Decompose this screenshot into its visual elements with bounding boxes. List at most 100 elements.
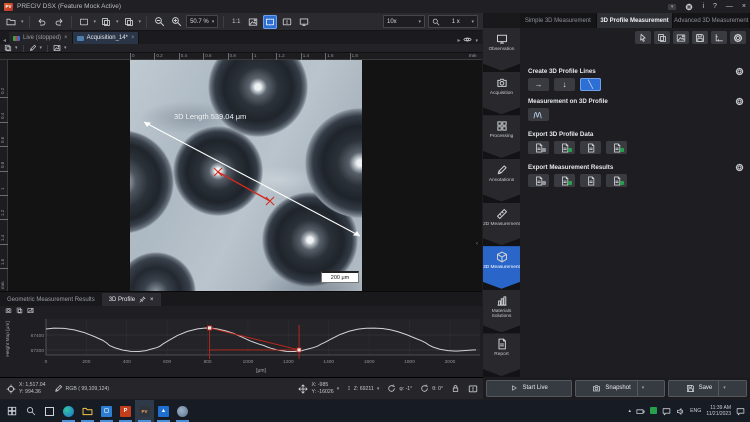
sidebar-item-3d-measurement[interactable]: 3D Measurement bbox=[483, 246, 520, 289]
settings-gear-icon[interactable] bbox=[685, 3, 693, 11]
tray-chevron-up-icon[interactable]: ▴ bbox=[628, 408, 631, 414]
save-dropdown[interactable]: ▾ bbox=[718, 381, 730, 396]
lock-icon[interactable] bbox=[451, 384, 460, 393]
select-tool-dropdown[interactable]: ▾ bbox=[94, 19, 97, 25]
export-text-button[interactable] bbox=[580, 174, 601, 187]
measure-marker-end[interactable] bbox=[297, 348, 301, 352]
info-icon[interactable]: i bbox=[702, 3, 704, 10]
open-file-dropdown[interactable]: ▾ bbox=[21, 19, 24, 25]
tray-chat-icon[interactable] bbox=[662, 407, 671, 416]
tab-acquisition[interactable]: Acquisition_14*× bbox=[73, 32, 140, 44]
open-file-button[interactable] bbox=[4, 15, 18, 29]
taskbar-edge[interactable] bbox=[59, 400, 78, 422]
export-xml-button[interactable] bbox=[606, 141, 627, 154]
titlebar-chevron-down-icon[interactable]: ▾ bbox=[668, 4, 677, 10]
copy-dropdown[interactable]: ▾ bbox=[116, 19, 119, 25]
tray-battery-icon[interactable] bbox=[636, 407, 645, 416]
sidebar-item-materials-solutions[interactable]: Materials Solutions bbox=[483, 290, 520, 333]
tray-defender-icon[interactable] bbox=[650, 407, 657, 416]
snapshot-button[interactable]: Snapshot▾ bbox=[575, 380, 665, 397]
create-settings-gear-icon[interactable] bbox=[735, 67, 744, 76]
tool-copy-button[interactable] bbox=[654, 31, 670, 44]
tab-geometric-results[interactable]: Geometric Measurement Results bbox=[0, 293, 102, 306]
taskbar-powerpoint[interactable]: P bbox=[116, 400, 135, 422]
profile-measure-tool[interactable] bbox=[528, 108, 549, 121]
tab-3d-profile[interactable]: 3D Profile × bbox=[102, 293, 161, 306]
taskbar-file-explorer[interactable] bbox=[78, 400, 97, 422]
taskbar-photos[interactable]: ▲ bbox=[154, 400, 173, 422]
tab-simple-3d-measurement[interactable]: Simple 3D Measurement bbox=[520, 13, 597, 28]
annotation-dropdown[interactable]: ▾ bbox=[40, 45, 43, 51]
horizontal-line-tool[interactable]: → bbox=[528, 78, 549, 91]
objective-combo[interactable]: 10x▾ bbox=[383, 15, 425, 28]
language-indicator[interactable]: ENG bbox=[690, 408, 701, 414]
paste-dropdown[interactable]: ▾ bbox=[139, 19, 142, 25]
taskbar-clock[interactable]: 11:39 AM11/21/2023 bbox=[706, 405, 731, 417]
select-tool-button[interactable] bbox=[77, 15, 91, 29]
export-excel-button[interactable] bbox=[554, 141, 575, 154]
tab-live-close-icon[interactable]: × bbox=[64, 35, 68, 41]
taskbar-mail[interactable]: ▢ bbox=[97, 400, 116, 422]
tab-acquisition-close-icon[interactable]: × bbox=[131, 35, 135, 41]
actual-size-button[interactable]: 1:1 bbox=[229, 15, 243, 29]
layers-dropdown[interactable]: ▾ bbox=[15, 45, 18, 51]
bottom-panel-close-icon[interactable]: × bbox=[150, 297, 154, 303]
zoom-in-button[interactable] bbox=[169, 15, 183, 29]
export-excel-button[interactable] bbox=[554, 174, 575, 187]
measure-marker-start[interactable] bbox=[208, 326, 212, 330]
panel-expander-icon[interactable]: ‹ bbox=[476, 241, 478, 247]
tool-save-button[interactable] bbox=[692, 31, 708, 44]
undo-button[interactable] bbox=[35, 15, 49, 29]
digital-zoom-combo[interactable]: 1 x▾ bbox=[428, 15, 478, 28]
fit-screen-button[interactable] bbox=[263, 15, 277, 29]
taskbar-paint3d[interactable] bbox=[173, 400, 192, 422]
tool-image-button[interactable] bbox=[673, 31, 689, 44]
display-mode-button[interactable]: . bbox=[297, 15, 311, 29]
chart-export-icon[interactable] bbox=[27, 307, 34, 314]
z-dropdown[interactable]: ▾ bbox=[377, 386, 380, 392]
export-xml-button[interactable] bbox=[606, 174, 627, 187]
image-viewer-canvas[interactable]: 00.20.40.60.811.21.41.61.8mm 0.20.40.60.… bbox=[0, 53, 482, 291]
tool-pointer-button[interactable] bbox=[635, 31, 651, 44]
free-line-tool[interactable]: ╲ bbox=[580, 78, 601, 91]
overlay-dropdown[interactable]: ▾ bbox=[64, 45, 67, 51]
pin-icon[interactable] bbox=[139, 296, 146, 303]
snapshot-dropdown[interactable]: ▾ bbox=[637, 381, 649, 396]
sidebar-item-acquisition[interactable]: Acquisition bbox=[483, 72, 520, 115]
export-text-button[interactable] bbox=[580, 141, 601, 154]
redo-button[interactable] bbox=[52, 15, 66, 29]
chart-snapshot-icon[interactable] bbox=[5, 307, 12, 314]
start-live-button[interactable]: Start Live bbox=[486, 380, 572, 397]
tool-corner-button[interactable] bbox=[711, 31, 727, 44]
zoom-percent-combo[interactable]: 50.7 %▾ bbox=[186, 15, 218, 28]
tab-advanced-3d-measurement[interactable]: Advanced 3D Measurement bbox=[673, 13, 750, 28]
minimize-button[interactable]: — bbox=[726, 3, 733, 10]
stage-dropdown[interactable]: ▾ bbox=[337, 386, 340, 392]
export-csv-button[interactable] bbox=[528, 141, 549, 154]
sidebar-item-report[interactable]: Report bbox=[483, 333, 520, 376]
taskbar-task-view[interactable] bbox=[40, 400, 59, 422]
fit-image-button[interactable] bbox=[246, 15, 260, 29]
chart-copy-icon[interactable] bbox=[16, 307, 23, 314]
taskbar-start[interactable] bbox=[2, 400, 21, 422]
dual-view-button[interactable] bbox=[280, 15, 294, 29]
close-button[interactable]: × bbox=[742, 3, 746, 10]
tool-settings-button[interactable] bbox=[730, 31, 746, 44]
sidebar-item-processing[interactable]: Processing bbox=[483, 115, 520, 158]
sidebar-item-annotations[interactable]: Annotations bbox=[483, 159, 520, 202]
sidebar-item-2d-measurement[interactable]: 2D Measurement bbox=[483, 203, 520, 246]
tab-scroll-left-icon[interactable]: ◂ bbox=[0, 37, 9, 44]
stage-dialog-icon[interactable] bbox=[468, 384, 478, 394]
export-settings-gear-icon[interactable] bbox=[735, 163, 744, 172]
vertical-line-tool[interactable]: ↓ bbox=[554, 78, 575, 91]
visibility-eye-icon[interactable] bbox=[463, 35, 472, 44]
taskbar-search[interactable] bbox=[21, 400, 40, 422]
paste-button[interactable] bbox=[122, 15, 136, 29]
viewer-play-icon[interactable]: ▸ bbox=[457, 37, 460, 44]
overlay-chart-icon[interactable] bbox=[53, 44, 61, 52]
tab-live[interactable]: Live (stopped)× bbox=[9, 32, 73, 44]
copy-button[interactable] bbox=[99, 15, 113, 29]
taskbar-precv-dsx[interactable]: PV bbox=[135, 400, 154, 422]
annotation-pen-icon[interactable] bbox=[29, 44, 37, 52]
help-icon[interactable]: ? bbox=[713, 3, 717, 10]
